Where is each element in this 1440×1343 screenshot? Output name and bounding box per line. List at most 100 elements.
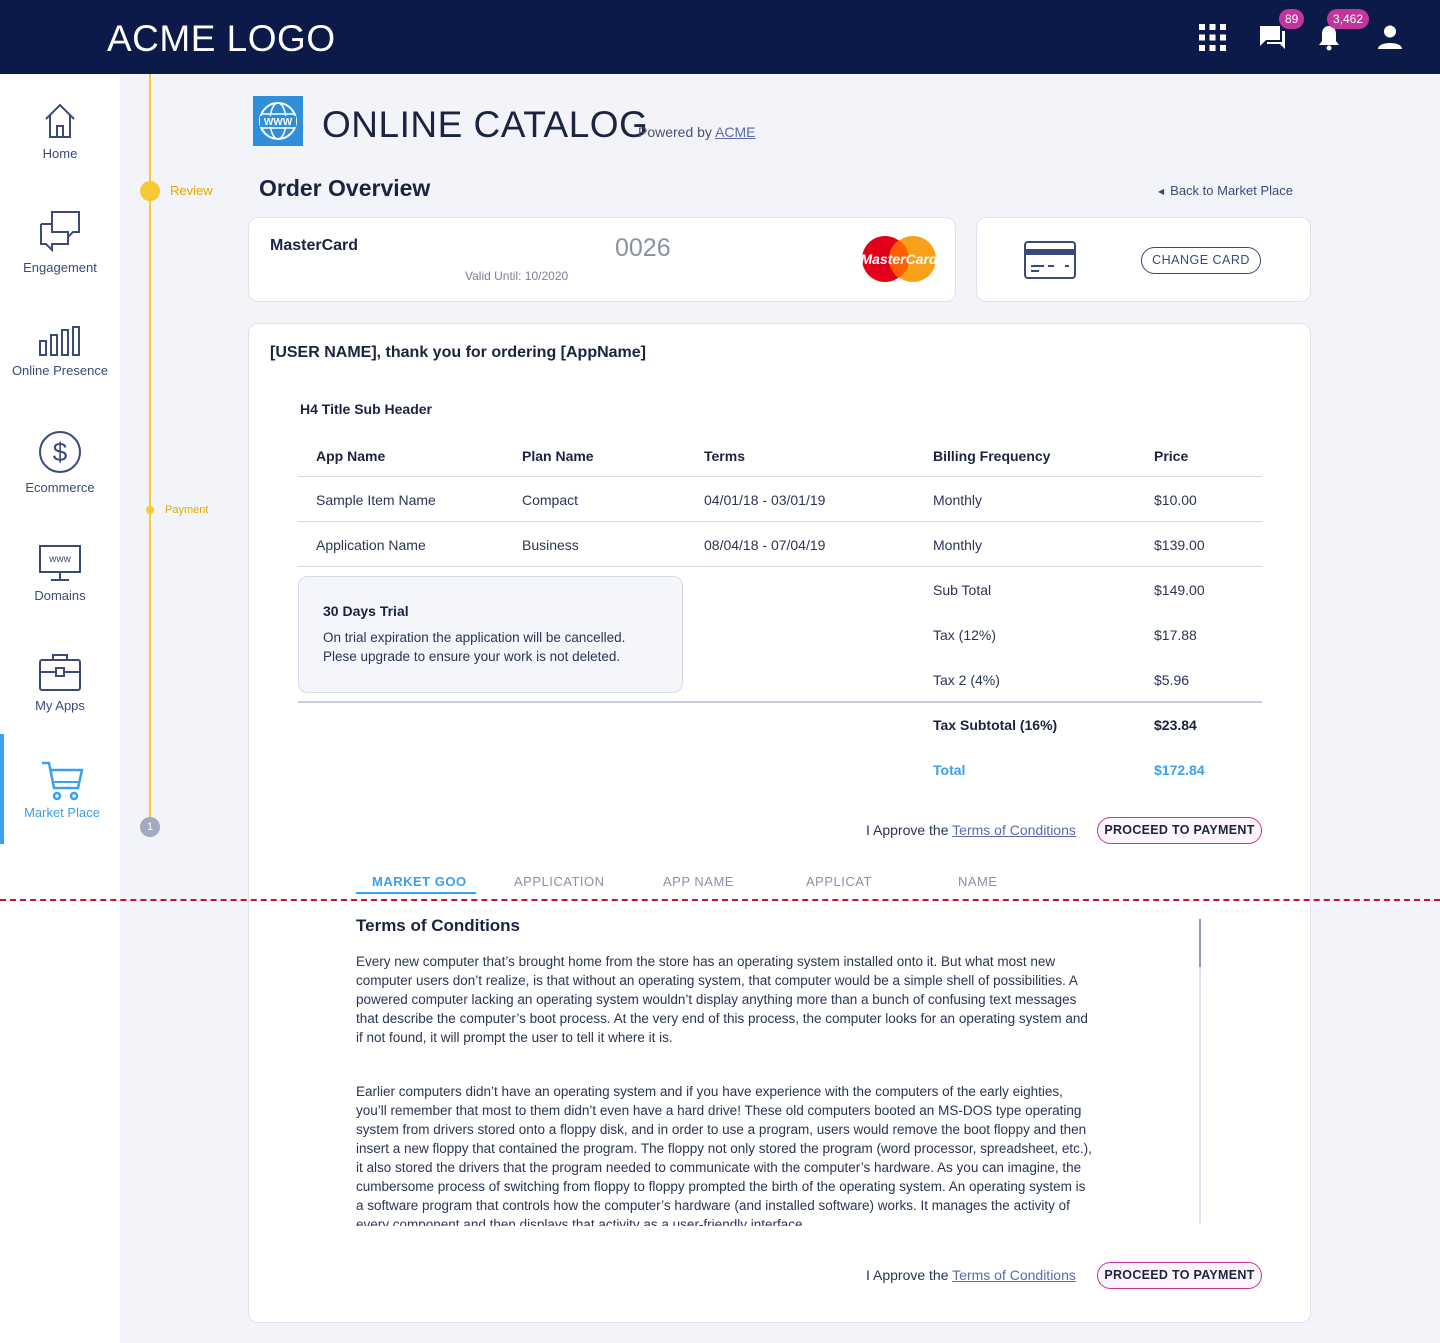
tax2-label: Tax 2 (4%) [933,672,1000,688]
chat-count-badge: 89 [1279,9,1305,29]
tax2-value: $5.96 [1154,672,1190,688]
terms-paragraph: Earlier computers didn’t have an operati… [356,1084,1092,1226]
proceed-to-payment-button-bottom[interactable]: PROCEED TO PAYMENT [1097,1262,1262,1289]
powered-by-link[interactable]: ACME [715,124,755,140]
svg-text:WWW: WWW [264,117,293,128]
tab-market-goo[interactable]: MARKET GOO [372,874,467,889]
approve-terms-text-bottom: I Approve the Terms of Conditions [866,1267,1076,1283]
total-label: Total [933,762,966,778]
sidebar-item-ecommerce[interactable]: $ Ecommerce [0,430,120,540]
trial-title: 30 Days Trial [323,603,409,619]
table-cell: Application Name [316,537,426,553]
table-cell: Compact [522,492,579,508]
terms-link[interactable]: Terms of Conditions [952,822,1076,838]
change-card-panel: CHANGE CARD [976,217,1311,302]
table-cell: Monthly [933,492,983,508]
sidebar-item-online-presence[interactable]: Online Presence [0,325,120,435]
bar-chart-icon [39,326,80,356]
proceed-to-payment-button[interactable]: PROCEED TO PAYMENT [1097,817,1262,844]
terms-scroll-area[interactable]: Every new computer that’s brought home f… [356,952,1096,1226]
cart-icon [42,761,84,801]
sidebar-item-market-place[interactable]: Market Place [0,734,120,844]
tax-label: Tax (12%) [933,627,997,643]
tab-application[interactable]: APPLICATION [514,874,605,889]
order-summary-panel: [USER NAME], thank you for ordering [App… [248,323,1311,1323]
apps-grid-icon[interactable] [1199,24,1226,51]
approve-terms-text: I Approve the Terms of Conditions [866,822,1076,838]
trial-notice-box: 30 Days Trial On trial expiration the ap… [298,576,683,693]
sidebar-item-label: My Apps [35,698,85,713]
sidebar-item-home[interactable]: Home [0,102,120,212]
chat-bubbles-icon [40,211,80,253]
column-header-plan-name: Plan Name [522,448,594,464]
table-divider [298,521,1262,522]
step-review-label: Review [170,183,213,198]
terms-scrollbar-thumb[interactable] [1199,919,1201,967]
mastercard-logo-icon: MasterCard [861,236,937,282]
briefcase-icon [39,654,81,691]
total-value: $172.84 [1154,762,1205,778]
table-cell: Sample Item Name [316,492,436,508]
catalog-globe-logo: WWW [253,96,303,146]
sidebar-item-label: Engagement [23,260,97,275]
column-header-price: Price [1154,448,1189,464]
step-payment-dot [146,506,154,514]
back-link-label: Back to Market Place [1170,183,1293,198]
user-profile-icon[interactable] [1378,25,1402,49]
order-subheader: H4 Title Sub Header [300,401,433,417]
caret-left-icon: ◀ [1158,187,1165,196]
notification-count-badge: 3,462 [1327,9,1370,29]
sidebar-item-label: Online Presence [11,363,109,378]
table-cell: Business [522,537,579,553]
card-last-digits: 0026 [615,234,671,262]
approve-prefix: I Approve the [866,1267,949,1283]
tax-subtotal-value: $23.84 [1154,717,1197,733]
subtotal-value: $149.00 [1154,582,1205,598]
sidebar-item-label: Ecommerce [25,480,95,495]
trial-message-line: On trial expiration the application will… [323,630,626,645]
payment-card-panel: MasterCard 0026 Valid Until: 10/2020 Mas… [248,217,956,302]
svg-text:www: www [48,554,71,565]
tab-name[interactable]: NAME [958,874,998,889]
fold-guide-line [0,899,1440,901]
trial-message-line: Plese upgrade to ensure your work is not… [323,649,621,664]
mastercard-logo-text: MasterCard [861,251,937,267]
sidebar: Home Engagement Online Presence $ Ecomme… [0,74,120,1343]
globe-www-icon: WWW [259,102,297,140]
table-cell: 08/04/18 - 07/04/19 [704,537,826,553]
www-monitor-icon: www [39,545,81,581]
home-icon [45,103,75,138]
terms-link[interactable]: Terms of Conditions [952,1267,1076,1283]
catalog-title: ONLINE CATALOG [322,104,649,145]
powered-by: Powered by ACME [638,124,756,140]
step-number-badge: 1 [140,817,160,837]
thank-you-message: [USER NAME], thank you for ordering [App… [270,344,647,361]
card-brand-name: MasterCard [270,237,359,254]
column-header-app-name: App Name [316,448,386,464]
tab-applicat[interactable]: APPLICAT [806,874,872,889]
terms-paragraph: Every new computer that’s brought home f… [356,954,1088,1045]
tax-value: $17.88 [1154,627,1197,643]
table-cell: 04/01/18 - 03/01/19 [704,492,826,508]
step-review-dot [140,181,160,201]
active-tab-indicator [356,892,476,894]
page-title: Order Overview [259,175,431,201]
table-cell: $10.00 [1154,492,1197,508]
powered-by-prefix: Powered by [638,124,712,140]
acme-logo[interactable]: ACME LOGO [107,18,336,60]
svg-text:$: $ [53,437,68,467]
sidebar-item-domains[interactable]: www Domains [0,544,120,654]
change-card-button[interactable]: CHANGE CARD [1141,247,1261,274]
sidebar-item-label: Market Place [24,805,100,820]
table-divider [298,566,1262,567]
tax-subtotal-label: Tax Subtotal (16%) [933,717,1058,733]
credit-card-icon [1024,241,1076,279]
back-to-marketplace-link[interactable]: ◀ Back to Market Place [1158,183,1293,198]
chat-icon[interactable] [1258,24,1286,50]
sidebar-item-engagement[interactable]: Engagement [0,210,120,320]
table-cell: $139.00 [1154,537,1205,553]
approve-prefix: I Approve the [866,822,949,838]
tab-app-name[interactable]: APP NAME [663,874,734,889]
column-header-billing-frequency: Billing Frequency [933,448,1051,464]
table-cell: Monthly [933,537,983,553]
